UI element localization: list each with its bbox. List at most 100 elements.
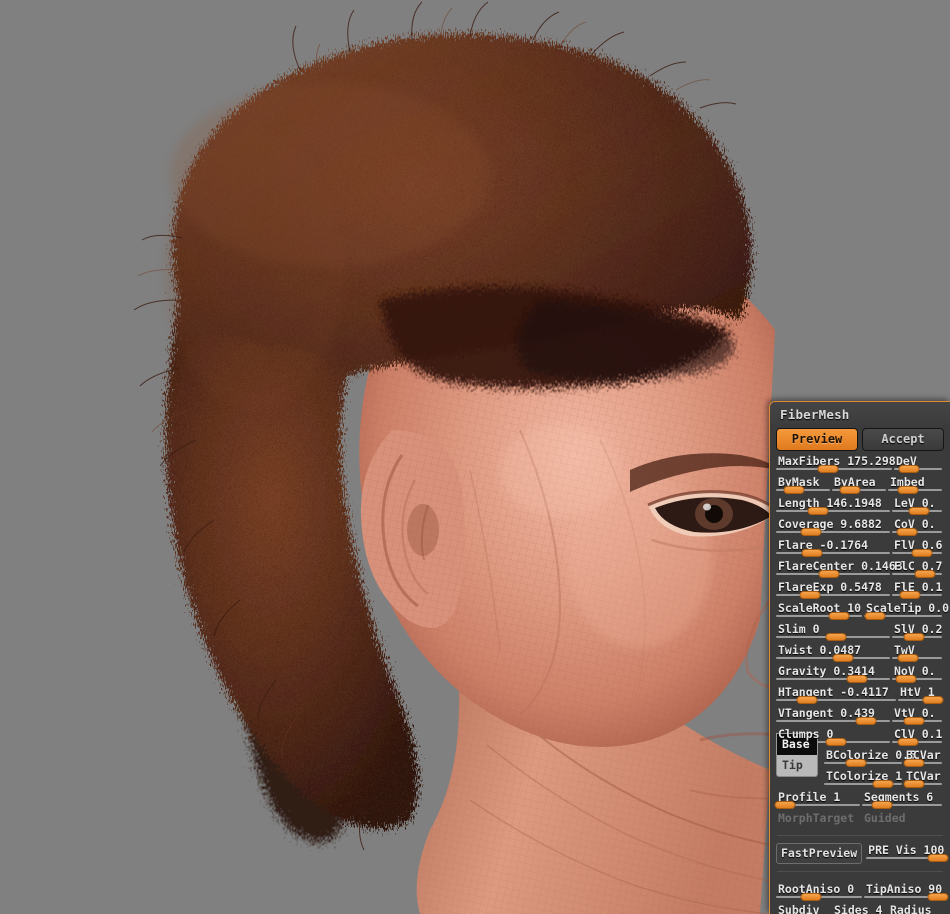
slider-bcvar-knob[interactable] xyxy=(903,759,925,767)
slider-rootaniso[interactable]: RootAniso 0 xyxy=(776,882,864,903)
slider-segments[interactable]: Segments 6 xyxy=(862,790,944,811)
slider-htangent[interactable]: HTangent -0.4117 xyxy=(776,685,898,706)
slider-bymask-knob[interactable] xyxy=(783,486,805,494)
slider-coverage[interactable]: Coverage 9.6882 xyxy=(776,517,892,538)
slider-fle[interactable]: FlE 0.1 xyxy=(892,580,944,601)
slider-scaleroot-knob[interactable] xyxy=(828,612,850,620)
slider-tcvar[interactable]: TCVar xyxy=(903,769,944,790)
slider-imbed[interactable]: Imbed xyxy=(888,475,944,496)
slider-imbed-knob[interactable] xyxy=(897,486,919,494)
slider-gravity-knob[interactable] xyxy=(846,675,868,683)
slider-vtv[interactable]: VtV 0. xyxy=(892,706,944,727)
slider-length[interactable]: Length 146.1948 xyxy=(776,496,892,517)
accept-button[interactable]: Accept xyxy=(862,428,944,451)
slider-tcvar-knob[interactable] xyxy=(903,780,925,788)
row-aniso: RootAniso 0 TipAniso 90 xyxy=(776,882,949,903)
slider-slv[interactable]: SlV 0.2 xyxy=(892,622,944,643)
slider-tcolorize[interactable]: TColorize 1 xyxy=(824,769,904,790)
slider-twist-knob[interactable] xyxy=(832,654,854,662)
slider-tipaniso-knob[interactable] xyxy=(927,893,949,901)
slider-tcolorize-knob[interactable] xyxy=(872,780,894,788)
slider-slv-knob[interactable] xyxy=(903,633,925,641)
slider-twist[interactable]: Twist 0.0487 xyxy=(776,643,892,664)
slider-segments-knob[interactable] xyxy=(871,801,893,809)
slider-flv[interactable]: FlV 0.6 xyxy=(892,538,944,559)
slider-nov-knob[interactable] xyxy=(895,675,917,683)
fastpreview-button[interactable]: FastPreview xyxy=(776,843,863,864)
slider-flarecenter[interactable]: FlareCenter 0.1463 xyxy=(776,559,903,580)
slider-coverage-track xyxy=(776,531,890,533)
slider-clumps-knob[interactable] xyxy=(825,738,847,746)
slider-slim[interactable]: Slim 0 xyxy=(776,622,892,643)
row-morphtarget-guided: MorphTarget Guided xyxy=(776,811,944,832)
slider-flc[interactable]: FlC 0.7 xyxy=(892,559,944,580)
slider-byarea[interactable]: ByArea xyxy=(832,475,888,496)
slider-morphtarget: MorphTarget xyxy=(776,811,862,832)
slider-htv[interactable]: HtV 1 xyxy=(898,685,944,706)
slider-bymask[interactable]: ByMask xyxy=(776,475,832,496)
slider-subdiv[interactable]: Subdiv xyxy=(776,903,832,914)
slider-cov[interactable]: CoV 0. xyxy=(892,517,944,538)
slider-rootaniso-knob[interactable] xyxy=(800,893,822,901)
slider-htangent-track xyxy=(776,699,896,701)
slider-flarecenter-knob[interactable] xyxy=(818,570,840,578)
slider-profile-knob[interactable] xyxy=(774,801,796,809)
slider-htangent-knob[interactable] xyxy=(796,696,817,704)
slider-flv-knob[interactable] xyxy=(911,549,933,557)
slider-clv-knob[interactable] xyxy=(897,738,919,746)
slider-flare-label: Flare -0.1764 xyxy=(778,538,869,552)
preview-button[interactable]: Preview xyxy=(776,428,858,451)
slider-scaleroot[interactable]: ScaleRoot 10 xyxy=(776,601,864,622)
slider-length-knob[interactable] xyxy=(807,507,829,515)
tip-tab[interactable]: Tip xyxy=(776,755,818,777)
slider-flare-knob[interactable] xyxy=(801,549,823,557)
slider-previs[interactable]: PRE Vis 100 xyxy=(866,843,949,864)
slider-scaletip[interactable]: ScaleTip 0.01 xyxy=(864,601,950,622)
slider-flc-knob[interactable] xyxy=(914,570,936,578)
slider-vtv-knob[interactable] xyxy=(903,717,925,725)
row-length: Length 146.1948 LeV 0. xyxy=(776,496,944,517)
slider-htv-knob[interactable] xyxy=(922,696,944,704)
slider-nov[interactable]: NoV 0. xyxy=(892,664,944,685)
slider-byarea-knob[interactable] xyxy=(839,486,861,494)
app-root: FiberMesh Preview Accept MaxFibers 175.2… xyxy=(0,0,950,914)
slider-coverage-knob[interactable] xyxy=(800,528,822,536)
slider-bcolorize[interactable]: BColorize 0.5 xyxy=(824,748,916,769)
slider-subdiv-label: Subdiv xyxy=(778,903,820,914)
slider-dev-knob[interactable] xyxy=(898,465,920,473)
slider-vtangent-knob[interactable] xyxy=(855,717,877,725)
slider-flareexp-knob[interactable] xyxy=(799,591,821,599)
slider-radius[interactable]: Radius xyxy=(888,903,944,914)
slider-previs-knob[interactable] xyxy=(927,854,949,862)
slider-bcvar[interactable]: BCVar xyxy=(903,748,944,769)
panel-body: Preview Accept MaxFibers 175.298 DeV ByM… xyxy=(770,428,950,914)
slider-maxfibers[interactable]: MaxFibers 175.298 xyxy=(776,454,896,475)
slider-slim-knob[interactable] xyxy=(825,633,847,641)
slider-bcolorize-knob[interactable] xyxy=(845,759,867,767)
slider-coverage-label: Coverage 9.6882 xyxy=(778,517,882,531)
slider-clv[interactable]: ClV 0.1 xyxy=(892,727,944,748)
slider-dev[interactable]: DeV xyxy=(894,454,944,475)
slider-twv-knob[interactable] xyxy=(897,654,919,662)
slider-lev[interactable]: LeV 0. xyxy=(892,496,944,517)
slider-gravity[interactable]: Gravity 0.3414 xyxy=(776,664,892,685)
slider-guided: Guided xyxy=(862,811,944,832)
slider-fle-knob[interactable] xyxy=(899,591,921,599)
slider-flareexp[interactable]: FlareExp 0.5478 xyxy=(776,580,892,601)
row-maxfibers: MaxFibers 175.298 DeV xyxy=(776,454,944,475)
slider-sides[interactable]: Sides 4 xyxy=(832,903,888,914)
row-htangent: HTangent -0.4117 HtV 1 xyxy=(776,685,944,706)
slider-tipaniso[interactable]: TipAniso 90 xyxy=(864,882,949,903)
slider-profile[interactable]: Profile 1 xyxy=(774,790,862,811)
slider-flare[interactable]: Flare -0.1764 xyxy=(776,538,892,559)
slider-guided-label: Guided xyxy=(864,811,906,825)
slider-gravity-track xyxy=(776,678,890,680)
slider-cov-knob[interactable] xyxy=(896,528,918,536)
slider-lev-knob[interactable] xyxy=(908,507,930,515)
slider-maxfibers-knob[interactable] xyxy=(817,465,839,473)
slider-scaletip-knob[interactable] xyxy=(864,612,886,620)
row-flare: Flare -0.1764 FlV 0.6 xyxy=(776,538,944,559)
slider-length-label: Length 146.1948 xyxy=(778,496,882,510)
slider-twv[interactable]: TwV xyxy=(892,643,944,664)
slider-vtangent[interactable]: VTangent 0.439 xyxy=(776,706,892,727)
